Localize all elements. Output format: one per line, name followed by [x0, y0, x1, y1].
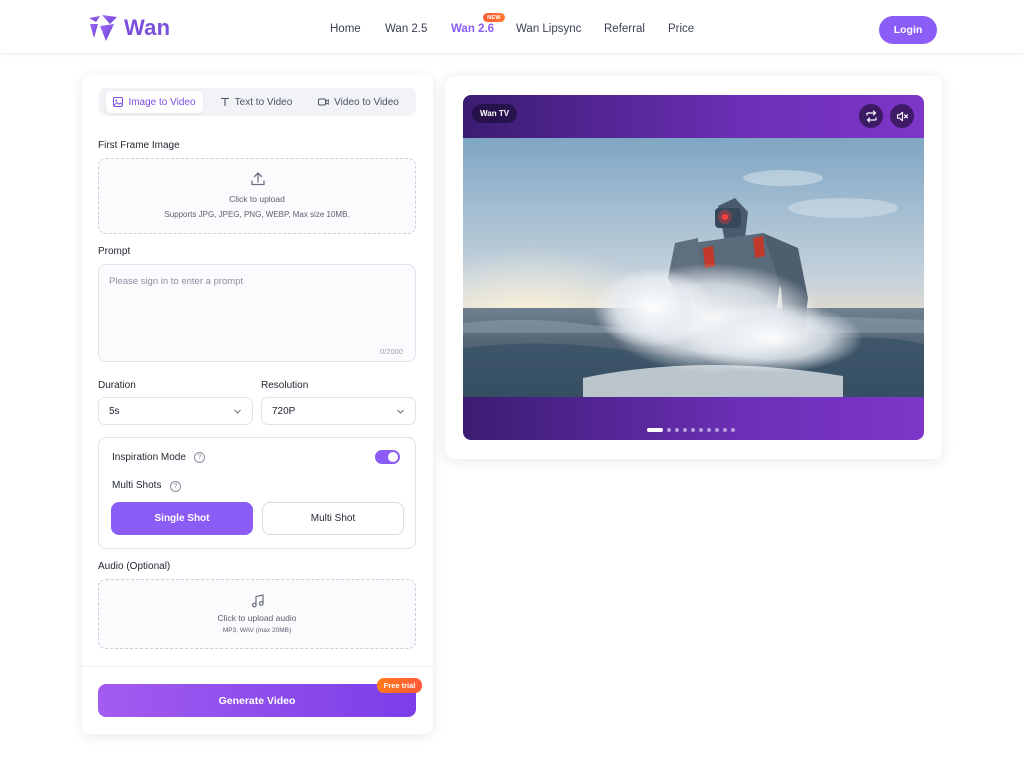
slide-dot[interactable]	[691, 428, 695, 432]
preview-card: Wan TV	[445, 76, 942, 459]
audio-label: Audio (Optional)	[98, 561, 171, 572]
audio-upload[interactable]: Click to upload audio MP3, WAV (max 20MB…	[98, 579, 416, 649]
video-frame-image	[463, 138, 924, 397]
upload-hint: Supports JPG, JPEG, PNG, WEBP, Max size …	[164, 210, 350, 219]
tab-label: Image to Video	[128, 96, 196, 108]
chevron-down-icon	[234, 409, 241, 414]
multi-shots-label: Multi Shots	[112, 480, 162, 491]
resolution-select[interactable]: 720P	[261, 397, 416, 425]
slide-dot[interactable]	[731, 428, 735, 432]
image-icon	[113, 97, 124, 107]
slide-dot[interactable]	[723, 428, 727, 432]
upload-icon	[251, 172, 265, 186]
repeat-icon	[865, 109, 877, 123]
music-note-icon	[251, 594, 264, 608]
generate-video-button[interactable]: Generate Video	[98, 684, 416, 717]
nav-item-wan-2-5[interactable]: Wan 2.5	[385, 23, 427, 35]
nav-item-home[interactable]: Home	[330, 23, 361, 35]
tab-video-to-video[interactable]: Video to Video	[307, 91, 410, 113]
video-player[interactable]: Wan TV	[463, 95, 924, 440]
slide-dot[interactable]	[715, 428, 719, 432]
prompt-label: Prompt	[98, 246, 131, 257]
prompt-placeholder: Please sign in to enter a prompt	[109, 276, 244, 287]
tab-image-to-video[interactable]: Image to Video	[106, 91, 203, 113]
text-icon	[220, 97, 229, 106]
duration-select[interactable]: 5s	[98, 397, 253, 425]
help-icon[interactable]: ?	[194, 452, 205, 463]
mode-tabs: Image to Video Text to Video Video to Vi…	[99, 88, 416, 116]
login-button[interactable]: Login	[879, 16, 937, 44]
prompt-char-counter: 0/2000	[380, 347, 403, 356]
prompt-input[interactable]: Please sign in to enter a prompt 0/2000	[98, 264, 416, 362]
duration-label: Duration	[98, 380, 136, 391]
inspiration-mode-label: Inspiration Mode	[112, 452, 186, 463]
first-frame-label: First Frame Image	[98, 140, 180, 151]
site-header: Wan Home Wan 2.5 Wan 2.6 Wan Lipsync Ref…	[0, 0, 1024, 54]
new-badge: NEW	[483, 13, 505, 22]
tab-label: Text to Video	[234, 96, 293, 108]
slide-dot[interactable]	[675, 428, 679, 432]
repeat-button[interactable]	[859, 104, 883, 128]
resolution-value: 720P	[272, 406, 296, 417]
multi-shot-button[interactable]: Multi Shot	[262, 502, 404, 535]
slide-indicators	[647, 428, 739, 432]
generation-panel: Image to Video Text to Video Video to Vi…	[82, 75, 433, 734]
volume-muted-icon	[896, 111, 908, 121]
main-nav: Home Wan 2.5 Wan 2.6 Wan Lipsync Referra…	[0, 23, 1024, 39]
slide-dot[interactable]	[707, 428, 711, 432]
nav-item-wan-lipsync[interactable]: Wan Lipsync	[516, 23, 581, 35]
audio-upload-hint: MP3, WAV (max 20MB)	[222, 627, 292, 634]
video-icon	[318, 98, 329, 106]
slide-dot[interactable]	[683, 428, 687, 432]
inspiration-mode-toggle[interactable]	[375, 450, 400, 464]
nav-item-referral[interactable]: Referral	[604, 23, 645, 35]
help-icon[interactable]: ?	[170, 481, 181, 492]
duration-value: 5s	[109, 406, 120, 417]
panel-divider	[82, 666, 433, 667]
upload-text: Click to upload	[229, 194, 285, 204]
mute-button[interactable]	[890, 104, 914, 128]
resolution-label: Resolution	[261, 380, 309, 391]
slide-dot[interactable]	[647, 428, 663, 432]
nav-item-price[interactable]: Price	[668, 23, 694, 35]
slide-dot[interactable]	[667, 428, 671, 432]
shot-options-box: Inspiration Mode ? Multi Shots ? Single …	[98, 437, 416, 549]
tab-label: Video to Video	[334, 96, 399, 108]
slide-dot[interactable]	[699, 428, 703, 432]
free-trial-badge: Free trial	[377, 678, 422, 693]
channel-badge: Wan TV	[472, 104, 518, 123]
audio-upload-text: Click to upload audio	[217, 613, 297, 623]
tab-text-to-video[interactable]: Text to Video	[211, 91, 301, 113]
nav-item-wan-2-6[interactable]: Wan 2.6	[451, 23, 494, 35]
single-shot-button[interactable]: Single Shot	[111, 502, 253, 535]
player-top-bar: Wan TV	[463, 95, 924, 138]
chevron-down-icon	[397, 409, 404, 414]
first-frame-upload[interactable]: Click to upload Supports JPG, JPEG, PNG,…	[98, 158, 416, 234]
